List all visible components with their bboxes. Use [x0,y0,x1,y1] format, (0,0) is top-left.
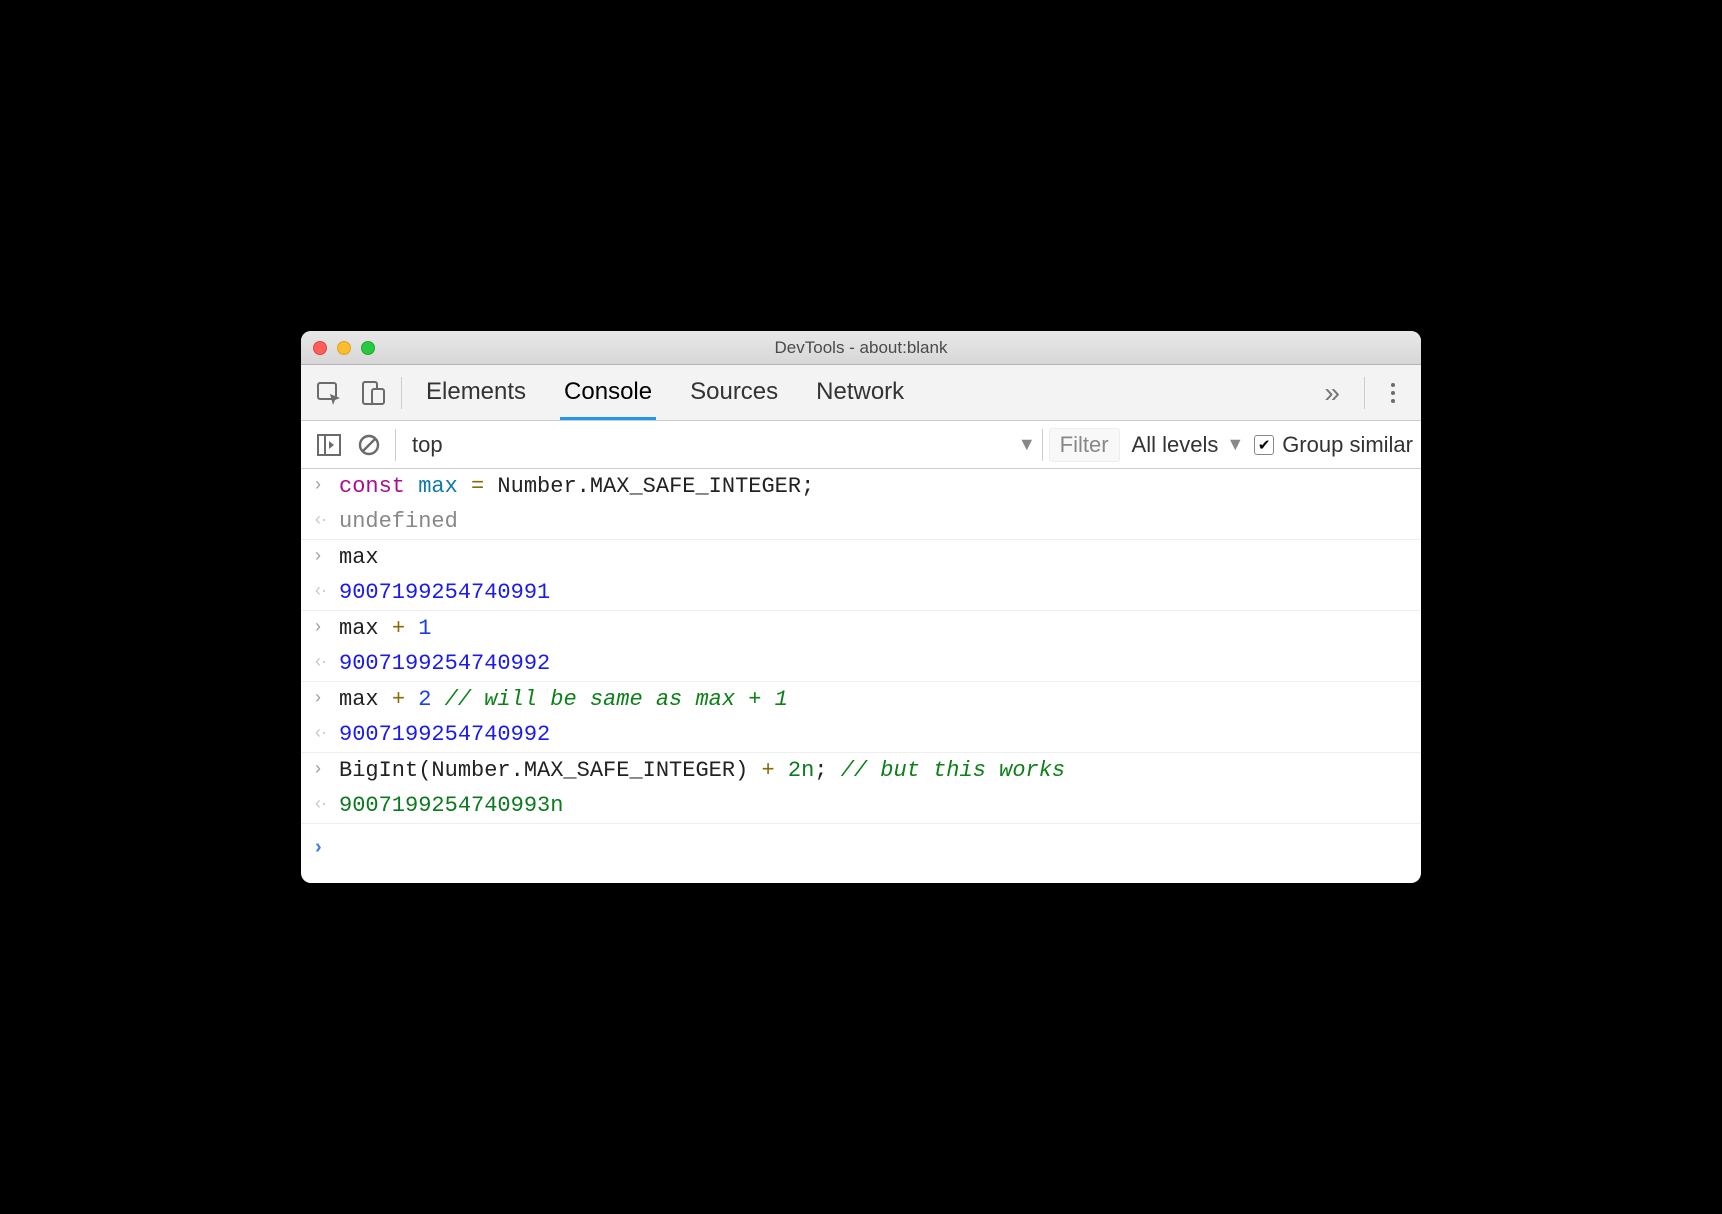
code-line[interactable]: 9007199254740992 [339,722,550,747]
code-line[interactable]: max + 2 // will be same as max + 1 [339,687,788,712]
code-line[interactable]: BigInt(Number.MAX_SAFE_INTEGER) + 2n; //… [339,758,1065,783]
input-arrow-icon: › [315,758,339,783]
toggle-sidebar-icon[interactable] [309,421,349,469]
console-input-row: ›max + 2 // will be same as max + 1 [301,681,1421,717]
tab-sources[interactable]: Sources [686,365,782,420]
console-input-row: ›BigInt(Number.MAX_SAFE_INTEGER) + 2n; /… [301,752,1421,788]
console-output-row: ‹·9007199254740992 [301,717,1421,752]
code-line[interactable]: 9007199254740992 [339,651,550,676]
code-line[interactable]: const max = Number.MAX_SAFE_INTEGER; [339,474,814,499]
console-output-row: ‹·9007199254740991 [301,575,1421,610]
separator [395,429,396,461]
devtools-window: DevTools - about:blank Elements Console … [301,331,1421,883]
tab-console[interactable]: Console [560,365,656,420]
output-arrow-icon: ‹· [315,722,339,747]
code-line[interactable]: 9007199254740993n [339,793,563,818]
input-arrow-icon: › [315,545,339,570]
inspect-element-icon[interactable] [307,365,351,421]
tab-elements[interactable]: Elements [422,365,530,420]
console-input-row: ›const max = Number.MAX_SAFE_INTEGER; [301,469,1421,504]
console-output-row: ‹·9007199254740992 [301,646,1421,681]
console-input-row: ›max [301,539,1421,575]
code-line[interactable]: max + 1 [339,616,431,641]
settings-menu-icon[interactable] [1371,383,1415,403]
console-output: ›const max = Number.MAX_SAFE_INTEGER;‹·u… [301,469,1421,823]
input-arrow-icon: › [315,474,339,499]
output-arrow-icon: ‹· [315,580,339,605]
clear-console-icon[interactable] [349,421,389,469]
output-arrow-icon: ‹· [315,793,339,818]
output-arrow-icon: ‹· [315,651,339,676]
tab-network[interactable]: Network [812,365,908,420]
console-input-row: ›max + 1 [301,610,1421,646]
output-arrow-icon: ‹· [315,509,339,534]
window-title: DevTools - about:blank [301,338,1421,358]
console-output-row: ‹·9007199254740993n [301,788,1421,823]
separator [401,377,402,409]
tabsbar: Elements Console Sources Network » [301,365,1421,421]
code-line[interactable]: 9007199254740991 [339,580,550,605]
prompt-chevron-icon: › [315,836,339,859]
filter-input[interactable]: Filter [1049,428,1120,462]
code-line[interactable]: max [339,545,379,570]
console-prompt-row: › [301,823,1421,883]
chevron-down-icon: ▼ [1018,434,1036,455]
separator [1364,377,1365,409]
levels-label: All levels [1132,432,1219,458]
separator [1042,429,1043,461]
console-output-row: ‹·undefined [301,504,1421,539]
context-label: top [412,432,443,458]
more-tabs-icon[interactable]: » [1306,377,1358,409]
group-similar-label: Group similar [1282,432,1413,458]
device-toolbar-icon[interactable] [351,365,395,421]
log-levels-selector[interactable]: All levels ▼ [1132,432,1245,458]
chevron-down-icon: ▼ [1226,434,1244,455]
group-similar-checkbox[interactable]: ✔ [1254,435,1274,455]
input-arrow-icon: › [315,687,339,712]
console-toolbar: top ▼ Filter All levels ▼ ✔ Group simila… [301,421,1421,469]
execution-context-selector[interactable]: top ▼ [402,432,1036,458]
code-line[interactable]: undefined [339,509,458,534]
titlebar: DevTools - about:blank [301,331,1421,365]
input-arrow-icon: › [315,616,339,641]
panel-tabs: Elements Console Sources Network [422,365,908,420]
